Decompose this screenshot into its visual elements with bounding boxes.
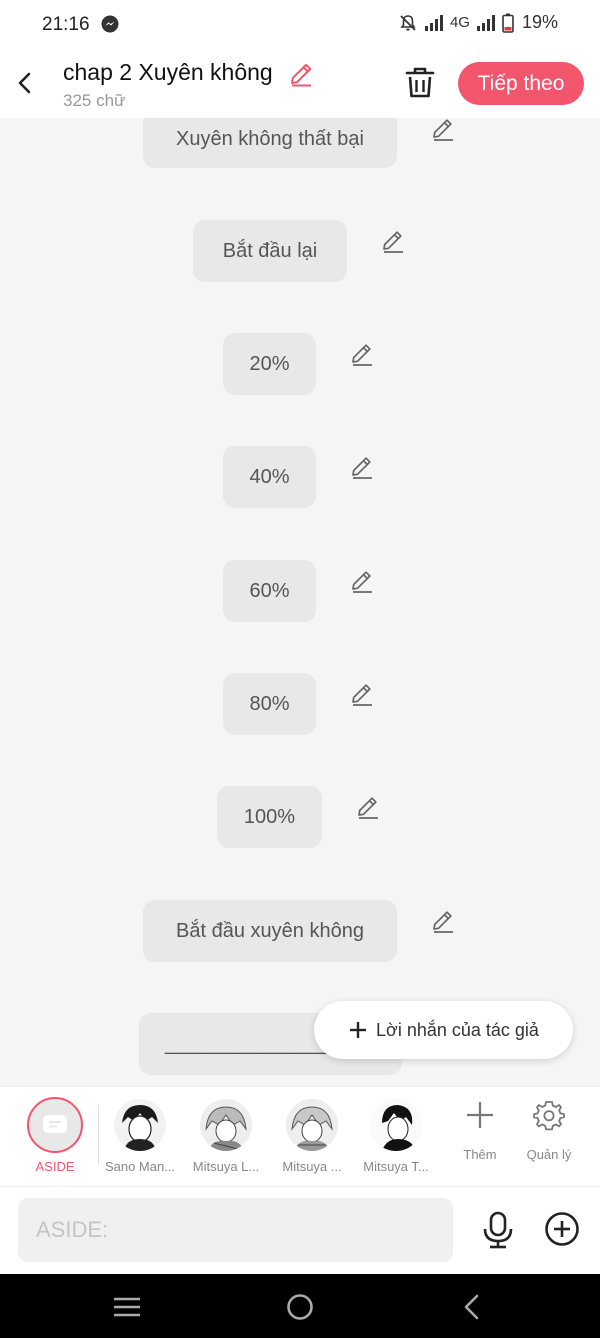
message-bubble[interactable]: 60% <box>223 560 316 622</box>
battery-icon <box>502 13 514 33</box>
manage-button[interactable]: Quản lý <box>514 1099 584 1169</box>
avatar <box>200 1099 252 1151</box>
add-circle-icon[interactable] <box>544 1211 580 1247</box>
message-input[interactable] <box>18 1198 453 1262</box>
microphone-icon[interactable] <box>480 1211 516 1249</box>
author-note-button[interactable]: Lời nhắn của tác giả <box>314 1001 573 1059</box>
character-name: Mitsuya L... <box>192 1159 260 1174</box>
status-time: 21:16 <box>42 14 90 35</box>
edit-message-icon[interactable] <box>430 908 456 934</box>
message-list: Xuyên không thất bại Bắt đầu lại 20% 40%… <box>0 118 600 1086</box>
author-note-label: Lời nhắn của tác giả <box>376 1019 539 1040</box>
character-name: Mitsuya ... <box>282 1159 342 1174</box>
battery-percent: 19% <box>521 12 558 32</box>
message-icon <box>43 1115 67 1133</box>
trash-icon[interactable] <box>404 65 436 99</box>
character-sano[interactable]: Sano Man... <box>97 1097 183 1177</box>
edit-message-icon[interactable] <box>349 341 375 367</box>
message-bubble[interactable]: Xuyên không thất bại <box>143 118 397 168</box>
back-nav-icon[interactable] <box>456 1291 488 1323</box>
character-name: Sano Man... <box>104 1159 176 1174</box>
messenger-icon <box>101 15 119 33</box>
avatar <box>114 1099 166 1151</box>
message-bubble[interactable]: 80% <box>223 673 316 735</box>
character-name: ASIDE <box>35 1159 75 1174</box>
next-button[interactable]: Tiếp theo <box>458 62 584 105</box>
mute-bell-icon <box>400 14 416 31</box>
system-nav-bar <box>0 1274 600 1338</box>
message-bubble[interactable]: Bắt đầu lại <box>193 220 347 282</box>
signal-icon-2 <box>476 14 495 31</box>
character-aside[interactable]: ASIDE <box>12 1097 98 1177</box>
add-label: Thêm <box>463 1147 497 1162</box>
character-name: Mitsuya T... <box>363 1159 429 1174</box>
character-mitsuya-l[interactable]: Mitsuya L... <box>183 1097 269 1177</box>
plus-icon <box>350 1022 367 1038</box>
add-character-button[interactable]: Thêm <box>445 1099 515 1169</box>
signal-icon <box>424 14 443 31</box>
character-mitsuya[interactable]: Mitsuya ... <box>269 1097 355 1177</box>
avatar <box>370 1099 422 1151</box>
aside-avatar <box>27 1097 83 1153</box>
edit-title-icon[interactable] <box>287 60 315 88</box>
app-header: chap 2 Xuyên không 325 chữ Tiếp theo <box>0 50 600 118</box>
message-bubble[interactable]: 40% <box>223 446 316 508</box>
edit-message-icon[interactable] <box>349 681 375 707</box>
back-arrow-icon[interactable] <box>12 68 38 98</box>
menu-icon[interactable] <box>111 1291 143 1323</box>
character-mitsuya-t[interactable]: Mitsuya T... <box>353 1097 439 1177</box>
message-bubble[interactable]: Bắt đầu xuyên không <box>143 900 397 962</box>
add-icon <box>467 1102 493 1128</box>
manage-label: Quản lý <box>526 1147 572 1162</box>
avatar <box>286 1099 338 1151</box>
word-count: 325 chữ <box>63 91 126 110</box>
edit-message-icon[interactable] <box>380 228 406 254</box>
message-bubble[interactable]: 100% <box>217 786 322 848</box>
edit-message-icon[interactable] <box>349 454 375 480</box>
status-bar: 21:16 4G 19% <box>0 0 600 50</box>
character-bar: ASIDE Sano Man... Mitsuya L... Mitsuya .… <box>0 1086 600 1186</box>
chapter-title: chap 2 Xuyên không <box>63 59 273 85</box>
network-type: 4G <box>449 14 470 31</box>
edit-message-icon[interactable] <box>349 568 375 594</box>
message-bubble[interactable]: 20% <box>223 333 316 395</box>
status-indicators: 4G 19% <box>398 12 558 33</box>
composer <box>0 1186 600 1274</box>
edit-message-icon[interactable] <box>430 118 456 142</box>
edit-message-icon[interactable] <box>355 794 381 820</box>
gear-icon <box>533 1101 565 1131</box>
home-icon[interactable] <box>284 1291 316 1323</box>
